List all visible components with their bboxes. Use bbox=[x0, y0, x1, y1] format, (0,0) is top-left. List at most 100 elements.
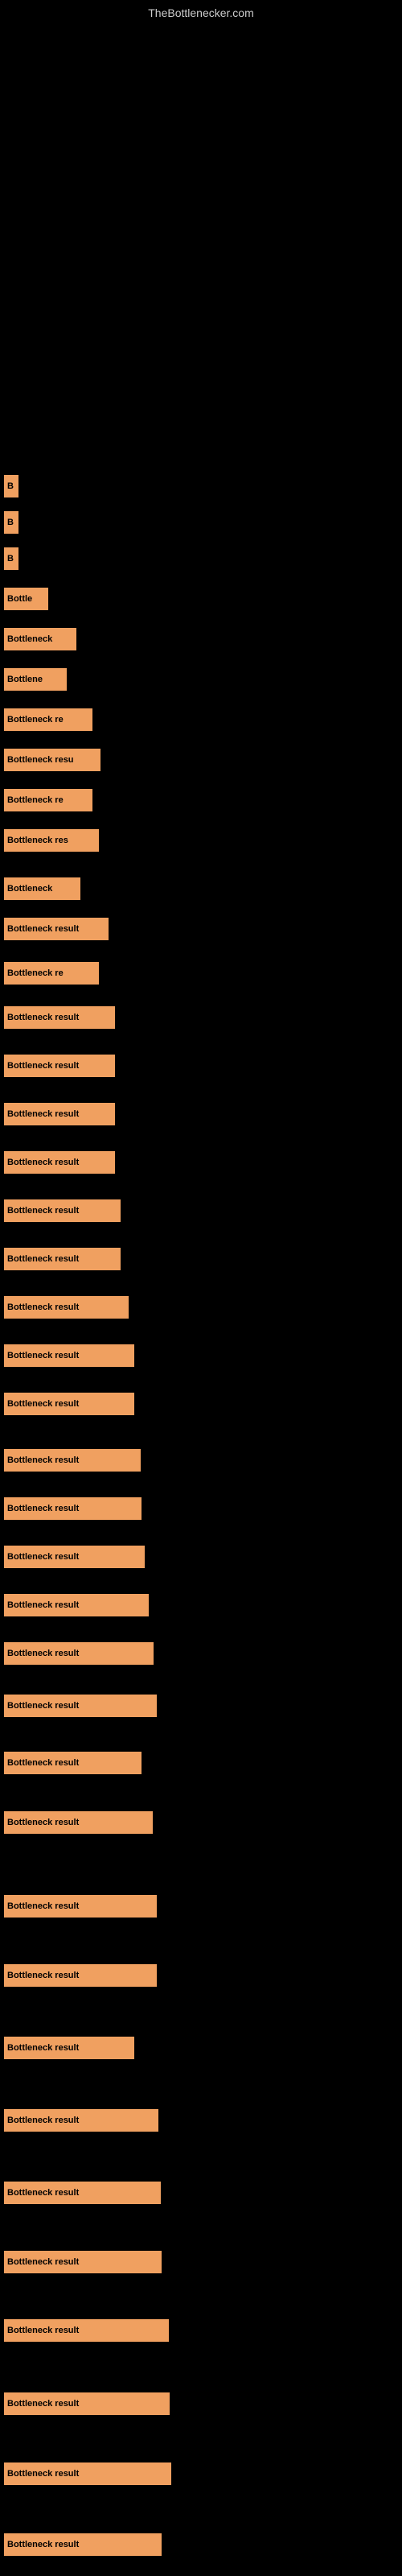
bottleneck-bar-34: Bottleneck result bbox=[4, 2182, 161, 2204]
bottleneck-bar-1: B bbox=[4, 511, 18, 534]
bar-row-32: Bottleneck result bbox=[4, 2037, 134, 2059]
site-title: TheBottlenecker.com bbox=[0, 0, 402, 23]
bar-label-13: Bottleneck result bbox=[7, 1013, 79, 1022]
bar-row-36: Bottleneck result bbox=[4, 2319, 169, 2342]
bar-row-14: Bottleneck result bbox=[4, 1055, 115, 1077]
bar-label-28: Bottleneck result bbox=[7, 1758, 79, 1768]
bar-row-23: Bottleneck result bbox=[4, 1497, 142, 1520]
bar-row-6: Bottleneck re bbox=[4, 708, 92, 731]
bar-row-19: Bottleneck result bbox=[4, 1296, 129, 1319]
bottleneck-bar-0: B bbox=[4, 475, 18, 497]
bar-row-38: Bottleneck result bbox=[4, 2462, 171, 2485]
bar-label-27: Bottleneck result bbox=[7, 1701, 79, 1711]
bottleneck-bar-38: Bottleneck result bbox=[4, 2462, 171, 2485]
bar-label-32: Bottleneck result bbox=[7, 2043, 79, 2053]
bottleneck-bar-36: Bottleneck result bbox=[4, 2319, 169, 2342]
bar-row-2: B bbox=[4, 547, 18, 570]
bar-row-1: B bbox=[4, 511, 18, 534]
bar-row-20: Bottleneck result bbox=[4, 1344, 134, 1367]
bottleneck-bar-22: Bottleneck result bbox=[4, 1449, 141, 1472]
bar-row-9: Bottleneck res bbox=[4, 829, 99, 852]
bottleneck-bar-11: Bottleneck result bbox=[4, 918, 109, 940]
bottleneck-bar-33: Bottleneck result bbox=[4, 2109, 158, 2132]
bottleneck-bar-29: Bottleneck result bbox=[4, 1811, 153, 1834]
bar-label-3: Bottle bbox=[7, 594, 32, 604]
bar-label-35: Bottleneck result bbox=[7, 2257, 79, 2267]
bottleneck-bar-8: Bottleneck re bbox=[4, 789, 92, 811]
bar-label-21: Bottleneck result bbox=[7, 1399, 79, 1409]
bottleneck-bar-27: Bottleneck result bbox=[4, 1695, 157, 1717]
bar-row-34: Bottleneck result bbox=[4, 2182, 161, 2204]
bottleneck-bar-14: Bottleneck result bbox=[4, 1055, 115, 1077]
bottleneck-bar-10: Bottleneck bbox=[4, 877, 80, 900]
bar-row-33: Bottleneck result bbox=[4, 2109, 158, 2132]
bar-label-23: Bottleneck result bbox=[7, 1504, 79, 1513]
bottleneck-bar-21: Bottleneck result bbox=[4, 1393, 134, 1415]
bottleneck-bar-37: Bottleneck result bbox=[4, 2392, 170, 2415]
bottleneck-bar-16: Bottleneck result bbox=[4, 1151, 115, 1174]
bar-label-20: Bottleneck result bbox=[7, 1351, 79, 1360]
bar-label-25: Bottleneck result bbox=[7, 1600, 79, 1610]
bar-label-14: Bottleneck result bbox=[7, 1061, 79, 1071]
bar-row-4: Bottleneck bbox=[4, 628, 76, 650]
bottleneck-bar-12: Bottleneck re bbox=[4, 962, 99, 985]
bar-label-18: Bottleneck result bbox=[7, 1254, 79, 1264]
bar-row-3: Bottle bbox=[4, 588, 48, 610]
bar-label-10: Bottleneck bbox=[7, 884, 52, 894]
bar-row-37: Bottleneck result bbox=[4, 2392, 170, 2415]
bottleneck-bar-19: Bottleneck result bbox=[4, 1296, 129, 1319]
bottleneck-bar-3: Bottle bbox=[4, 588, 48, 610]
bar-row-10: Bottleneck bbox=[4, 877, 80, 900]
bar-label-29: Bottleneck result bbox=[7, 1818, 79, 1827]
bar-label-26: Bottleneck result bbox=[7, 1649, 79, 1658]
bar-label-5: Bottlene bbox=[7, 675, 43, 684]
bar-row-8: Bottleneck re bbox=[4, 789, 92, 811]
bottleneck-bar-18: Bottleneck result bbox=[4, 1248, 121, 1270]
bottleneck-bar-7: Bottleneck resu bbox=[4, 749, 100, 771]
bottleneck-bar-30: Bottleneck result bbox=[4, 1895, 157, 1918]
bar-label-16: Bottleneck result bbox=[7, 1158, 79, 1167]
bar-label-7: Bottleneck resu bbox=[7, 755, 74, 765]
bar-row-26: Bottleneck result bbox=[4, 1642, 154, 1665]
bar-row-18: Bottleneck result bbox=[4, 1248, 121, 1270]
bottleneck-bar-28: Bottleneck result bbox=[4, 1752, 142, 1774]
bottleneck-bar-15: Bottleneck result bbox=[4, 1103, 115, 1125]
bottleneck-bar-26: Bottleneck result bbox=[4, 1642, 154, 1665]
bar-row-39: Bottleneck result bbox=[4, 2533, 162, 2556]
bottleneck-bar-35: Bottleneck result bbox=[4, 2251, 162, 2273]
bar-row-31: Bottleneck result bbox=[4, 1964, 157, 1987]
bar-label-31: Bottleneck result bbox=[7, 1971, 79, 1980]
bar-row-15: Bottleneck result bbox=[4, 1103, 115, 1125]
bar-label-17: Bottleneck result bbox=[7, 1206, 79, 1216]
bottleneck-bar-17: Bottleneck result bbox=[4, 1199, 121, 1222]
bar-row-27: Bottleneck result bbox=[4, 1695, 157, 1717]
bar-row-28: Bottleneck result bbox=[4, 1752, 142, 1774]
bar-label-36: Bottleneck result bbox=[7, 2326, 79, 2335]
bar-label-12: Bottleneck re bbox=[7, 968, 64, 978]
bottleneck-bar-25: Bottleneck result bbox=[4, 1594, 149, 1616]
bottleneck-bar-13: Bottleneck result bbox=[4, 1006, 115, 1029]
bar-label-0: B bbox=[7, 481, 14, 491]
bar-label-33: Bottleneck result bbox=[7, 2116, 79, 2125]
bar-row-30: Bottleneck result bbox=[4, 1895, 157, 1918]
bottleneck-bar-5: Bottlene bbox=[4, 668, 67, 691]
bar-label-2: B bbox=[7, 554, 14, 564]
bottleneck-bar-4: Bottleneck bbox=[4, 628, 76, 650]
bottleneck-bar-9: Bottleneck res bbox=[4, 829, 99, 852]
bar-row-5: Bottlene bbox=[4, 668, 67, 691]
bar-row-0: B bbox=[4, 475, 18, 497]
bar-label-11: Bottleneck result bbox=[7, 924, 79, 934]
bottleneck-bar-24: Bottleneck result bbox=[4, 1546, 145, 1568]
bar-row-35: Bottleneck result bbox=[4, 2251, 162, 2273]
bottleneck-bar-31: Bottleneck result bbox=[4, 1964, 157, 1987]
bar-label-1: B bbox=[7, 518, 14, 527]
bar-label-4: Bottleneck bbox=[7, 634, 52, 644]
bar-row-17: Bottleneck result bbox=[4, 1199, 121, 1222]
bar-label-6: Bottleneck re bbox=[7, 715, 64, 724]
bar-row-29: Bottleneck result bbox=[4, 1811, 153, 1834]
bar-label-8: Bottleneck re bbox=[7, 795, 64, 805]
bar-label-24: Bottleneck result bbox=[7, 1552, 79, 1562]
bar-label-15: Bottleneck result bbox=[7, 1109, 79, 1119]
bar-label-19: Bottleneck result bbox=[7, 1302, 79, 1312]
bar-row-13: Bottleneck result bbox=[4, 1006, 115, 1029]
